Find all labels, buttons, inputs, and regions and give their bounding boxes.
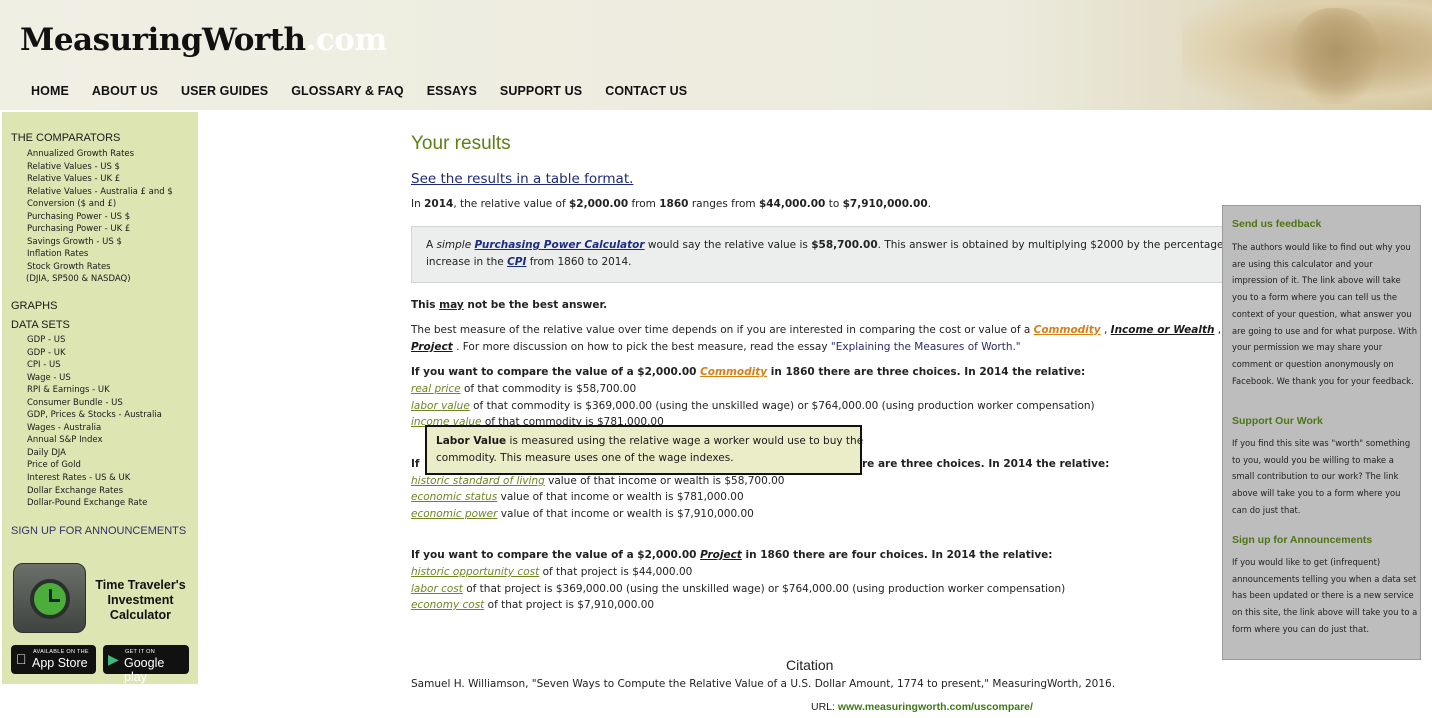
graphs-heading[interactable]: GRAPHS [11, 300, 57, 312]
sidebar-item-dollar-exchange[interactable]: Dollar Exchange Rates [27, 485, 162, 498]
left-sidebar: THE COMPARATORS Annualized Growth Rates … [2, 112, 198, 684]
sidebar-item-gdp-us[interactable]: GDP - US [27, 334, 162, 347]
sidebar-item-purchasing-power-us[interactable]: Purchasing Power - US $ [27, 211, 173, 224]
project-section-heading: If you want to compare the value of a $2… [411, 549, 1053, 561]
signup-text: If you would like to get (infrequent) an… [1232, 557, 1418, 634]
comparators-heading[interactable]: THE COMPARATORS [11, 132, 120, 144]
commodity-section-heading: If you want to compare the value of a $2… [411, 366, 1086, 378]
cpi-link[interactable]: CPI [507, 256, 526, 268]
list-item: economic power value of that income or w… [411, 508, 754, 520]
support-work-link[interactable]: Support Our Work [1232, 415, 1323, 427]
feedback-text: The authors would like to find out why y… [1232, 242, 1418, 386]
ppc-link[interactable]: Purchasing Power Calculator [475, 239, 645, 251]
site-logo[interactable]: MeasuringWorth.com [20, 22, 387, 58]
table-format-link[interactable]: See the results in a table format. [411, 171, 633, 187]
sidebar-item-stock-growth[interactable]: Stock Growth Rates [27, 261, 173, 274]
sidebar-item-daily-dja[interactable]: Daily DJA [27, 447, 162, 460]
simple-answer-box: A simple Purchasing Power Calculator wou… [411, 226, 1224, 283]
main-nav: HOME ABOUT US USER GUIDES GLOSSARY & FAQ… [20, 84, 710, 98]
nav-glossary-faq[interactable]: GLOSSARY & FAQ [291, 84, 404, 98]
ttic-title[interactable]: Time Traveler's Investment Calculator [88, 578, 193, 623]
nav-contact-us[interactable]: CONTACT US [605, 84, 687, 98]
economic-status-link[interactable]: economic status [411, 491, 497, 503]
citation-heading: Citation [786, 657, 834, 673]
economy-cost-link[interactable]: economy cost [411, 599, 484, 611]
comparators-list: Annualized Growth Rates Relative Values … [26, 148, 173, 286]
sidebar-item-purchasing-power-uk[interactable]: Purchasing Power - UK £ [27, 223, 173, 236]
sidebar-item-inflation-rates[interactable]: Inflation Rates [27, 248, 173, 261]
list-item: historic standard of living value of tha… [411, 475, 785, 487]
datasets-list: GDP - US GDP - UK CPI - US Wage - US RPI… [27, 334, 162, 510]
may-not-best-text: This may not be the best answer. [411, 299, 608, 311]
sidebar-item-wage-us[interactable]: Wage - US [27, 372, 162, 385]
project-link[interactable]: Project [411, 341, 453, 353]
economic-power-link[interactable]: economic power [411, 508, 497, 520]
citation-url-link[interactable]: www.measuringworth.com/uscompare/ [838, 701, 1033, 713]
page-title: Your results [411, 133, 511, 154]
datasets-heading[interactable]: DATA SETS [11, 319, 70, 331]
sidebar-item-annualized-growth[interactable]: Annualized Growth Rates [27, 148, 173, 161]
list-item: labor cost of that project is $369,000.0… [411, 583, 1066, 595]
send-feedback-link[interactable]: Send us feedback [1232, 218, 1321, 230]
sidebar-item-relative-values-australia[interactable]: Relative Values - Australia £ and $ [27, 186, 173, 199]
income-section-heading-end: re are three choices. In 2014 the relati… [862, 458, 1110, 470]
labor-value-link[interactable]: labor value [411, 400, 470, 412]
signup-announcements-link[interactable]: SIGN UP FOR ANNOUNCEMENTS [11, 525, 186, 537]
commodity-heading-link[interactable]: Commodity [700, 366, 767, 378]
right-sidebar: Send us feedback The authors would like … [1222, 205, 1421, 660]
sidebar-item-interest-rates[interactable]: Interest Rates - US & UK [27, 472, 162, 485]
nav-support-us[interactable]: SUPPORT US [500, 84, 582, 98]
nav-about-us[interactable]: ABOUT US [92, 84, 158, 98]
sidebar-item-conversion[interactable]: Conversion ($ and £) [27, 198, 173, 211]
apple-icon:  [16, 651, 27, 667]
sidebar-item-dollar-pound[interactable]: Dollar-Pound Exchange Rate [27, 497, 162, 510]
header-portrait-image [1182, 0, 1432, 110]
list-item: labor value of that commodity is $369,00… [411, 400, 1095, 412]
historic-standard-link[interactable]: historic standard of living [411, 475, 545, 487]
commodity-link[interactable]: Commodity [1034, 324, 1101, 336]
nav-user-guides[interactable]: USER GUIDES [181, 84, 268, 98]
project-heading-link[interactable]: Project [700, 549, 742, 561]
labor-cost-link[interactable]: labor cost [411, 583, 463, 595]
sidebar-item-gdp-prices-stocks-au[interactable]: GDP, Prices & Stocks - Australia [27, 409, 162, 422]
app-store-button[interactable]:  AVAILABLE ON THE App Store [11, 645, 96, 674]
sidebar-item-stock-growth-note[interactable]: (DJIA, SP500 & NASDAQ) [26, 273, 173, 286]
sidebar-item-gdp-uk[interactable]: GDP - UK [27, 347, 162, 360]
play-icon: ▶ [108, 651, 119, 667]
historic-opportunity-cost-link[interactable]: historic opportunity cost [411, 566, 539, 578]
list-item: economic status value of that income or … [411, 491, 744, 503]
sidebar-item-relative-values-us[interactable]: Relative Values - US $ [27, 161, 173, 174]
citation-url: URL: www.measuringworth.com/uscompare/ [811, 701, 1033, 713]
real-price-link[interactable]: real price [411, 383, 461, 395]
sidebar-item-relative-values-uk[interactable]: Relative Values - UK £ [27, 173, 173, 186]
support-text: If you find this site was "worth" someth… [1232, 438, 1411, 515]
list-item: economy cost of that project is $7,910,0… [411, 599, 655, 611]
summary-text: In 2014, the relative value of $2,000.00… [411, 198, 931, 210]
ttic-clock-icon[interactable] [13, 563, 86, 633]
income-section-heading-start: If [411, 458, 420, 470]
sidebar-item-sp-index[interactable]: Annual S&P Index [27, 434, 162, 447]
sidebar-item-price-of-gold[interactable]: Price of Gold [27, 459, 162, 472]
nav-home[interactable]: HOME [31, 84, 69, 98]
sidebar-item-wages-australia[interactable]: Wages - Australia [27, 422, 162, 435]
income-wealth-link[interactable]: Income or Wealth [1111, 324, 1215, 336]
list-item: real price of that commodity is $58,700.… [411, 383, 637, 395]
list-item: historic opportunity cost of that projec… [411, 566, 693, 578]
site-header: MeasuringWorth.com HOME ABOUT US USER GU… [0, 0, 1432, 110]
sidebar-item-rpi-earnings-uk[interactable]: RPI & Earnings - UK [27, 384, 162, 397]
citation-text: Samuel H. Williamson, "Seven Ways to Com… [411, 678, 1116, 690]
google-play-button[interactable]: ▶ GET IT ON Google play [103, 645, 189, 684]
sidebar-item-consumer-bundle[interactable]: Consumer Bundle - US [27, 397, 162, 410]
signup-announcements-right-link[interactable]: Sign up for Announcements [1232, 534, 1372, 546]
sidebar-item-cpi-us[interactable]: CPI - US [27, 359, 162, 372]
essay-link[interactable]: "Explaining the Measures of Worth." [831, 341, 1021, 353]
best-measure-text: The best measure of the relative value o… [411, 324, 1245, 336]
labor-value-tooltip: Labor Value is measured using the relati… [425, 425, 863, 475]
sidebar-item-savings-growth[interactable]: Savings Growth - US $ [27, 236, 173, 249]
nav-essays[interactable]: ESSAYS [427, 84, 477, 98]
